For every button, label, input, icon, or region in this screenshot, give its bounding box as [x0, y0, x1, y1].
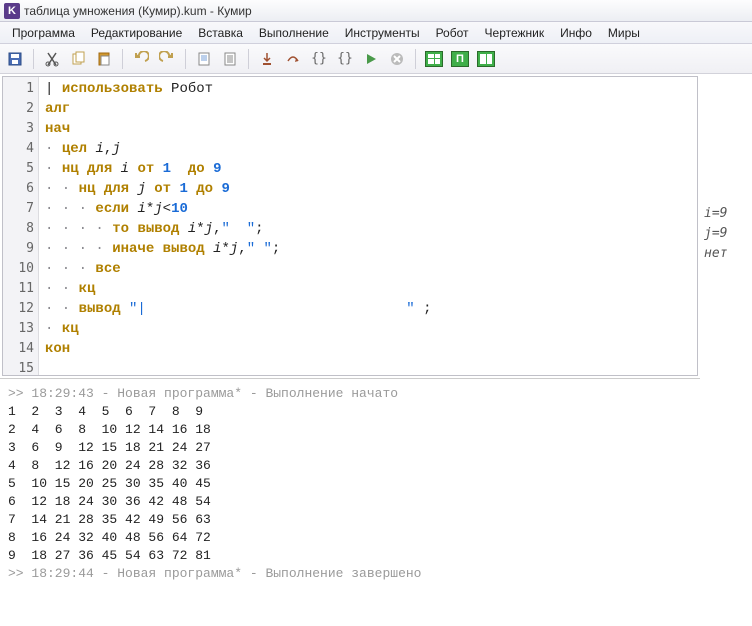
menu-чертежник[interactable]: Чертежник — [477, 24, 553, 42]
code-line-2[interactable]: алг — [45, 99, 691, 119]
code-line-1[interactable]: | использовать Робот — [45, 79, 691, 99]
toolbar-separator — [185, 49, 186, 69]
undo-icon[interactable] — [130, 48, 152, 70]
output-line: 3 6 9 12 15 18 21 24 27 — [8, 439, 692, 457]
redo-icon[interactable] — [156, 48, 178, 70]
watch-panel: i=9j=9нет — [700, 74, 752, 626]
braces-run-icon[interactable]: {} — [308, 48, 330, 70]
app-icon: K — [4, 3, 20, 19]
code-line-8[interactable]: · · · · то вывод i*j," "; — [45, 219, 691, 239]
run-icon[interactable] — [360, 48, 382, 70]
code-line-7[interactable]: · · · если i*j<10 — [45, 199, 691, 219]
code-line-10[interactable]: · · · все — [45, 259, 691, 279]
toolbar-separator — [122, 49, 123, 69]
code-line-3[interactable]: нач — [45, 119, 691, 139]
menu-вставка[interactable]: Вставка — [190, 24, 251, 42]
menu-инфо[interactable]: Инфо — [552, 24, 600, 42]
code-line-4[interactable]: · цел i,j — [45, 139, 691, 159]
output-meta: >> 18:29:44 - Новая программа* - Выполне… — [8, 565, 692, 583]
cut-icon[interactable] — [41, 48, 63, 70]
code-line-14[interactable]: кон — [45, 339, 691, 359]
code-line-12[interactable]: · · вывод "| " ; — [45, 299, 691, 319]
menubar: ПрограммаРедактированиеВставкаВыполнение… — [0, 22, 752, 44]
output-line: 8 16 24 32 40 48 56 64 72 — [8, 529, 692, 547]
step-into-icon[interactable] — [256, 48, 278, 70]
code-line-15[interactable] — [45, 359, 691, 376]
output-line: 6 12 18 24 30 36 42 48 54 — [8, 493, 692, 511]
output-line: 9 18 27 36 45 54 63 72 81 — [8, 547, 692, 565]
step-over-icon[interactable] — [282, 48, 304, 70]
grid-2-icon[interactable] — [475, 48, 497, 70]
watch-value: j=9 — [704, 224, 748, 244]
code-line-13[interactable]: · кц — [45, 319, 691, 339]
output-line: 7 14 21 28 35 42 49 56 63 — [8, 511, 692, 529]
code-line-11[interactable]: · · кц — [45, 279, 691, 299]
code-editor[interactable]: 123456789101112131415 | использовать Роб… — [2, 76, 698, 376]
output-line: 2 4 6 8 10 12 14 16 18 — [8, 421, 692, 439]
page-icon[interactable] — [193, 48, 215, 70]
output-line: 4 8 12 16 20 24 28 32 36 — [8, 457, 692, 475]
titlebar: K таблица умножения (Кумир).kum - Кумир — [0, 0, 752, 22]
window-title: таблица умножения (Кумир).kum - Кумир — [24, 4, 252, 18]
grid-4-icon[interactable] — [423, 48, 445, 70]
menu-робот[interactable]: Робот — [428, 24, 477, 42]
line-gutter: 123456789101112131415 — [3, 77, 39, 375]
toolbar-separator — [415, 49, 416, 69]
page-lines-icon[interactable] — [219, 48, 241, 70]
menu-инструменты[interactable]: Инструменты — [337, 24, 428, 42]
output-line: 5 10 15 20 25 30 35 40 45 — [8, 475, 692, 493]
braces-step-icon[interactable]: {} — [334, 48, 356, 70]
code-line-9[interactable]: · · · · иначе вывод i*j," "; — [45, 239, 691, 259]
watch-value: нет — [704, 244, 748, 264]
menu-выполнение[interactable]: Выполнение — [251, 24, 337, 42]
output-line: 1 2 3 4 5 6 7 8 9 — [8, 403, 692, 421]
copy-icon[interactable] — [67, 48, 89, 70]
toolbar-separator — [248, 49, 249, 69]
grid-p-icon[interactable]: П — [449, 48, 471, 70]
stop-icon[interactable] — [386, 48, 408, 70]
watch-value: i=9 — [704, 204, 748, 224]
code-line-5[interactable]: · нц для i от 1 до 9 — [45, 159, 691, 179]
menu-программа[interactable]: Программа — [4, 24, 83, 42]
paste-icon[interactable] — [93, 48, 115, 70]
menu-миры[interactable]: Миры — [600, 24, 648, 42]
toolbar: {}{} П — [0, 44, 752, 74]
menu-редактирование[interactable]: Редактирование — [83, 24, 190, 42]
code-line-6[interactable]: · · нц для j от 1 до 9 — [45, 179, 691, 199]
code-area[interactable]: | использовать Роботалгнач· цел i,j· нц … — [39, 77, 697, 375]
save-icon[interactable] — [4, 48, 26, 70]
output-panel[interactable]: >> 18:29:43 - Новая программа* - Выполне… — [0, 378, 700, 626]
toolbar-separator — [33, 49, 34, 69]
output-meta: >> 18:29:43 - Новая программа* - Выполне… — [8, 385, 692, 403]
